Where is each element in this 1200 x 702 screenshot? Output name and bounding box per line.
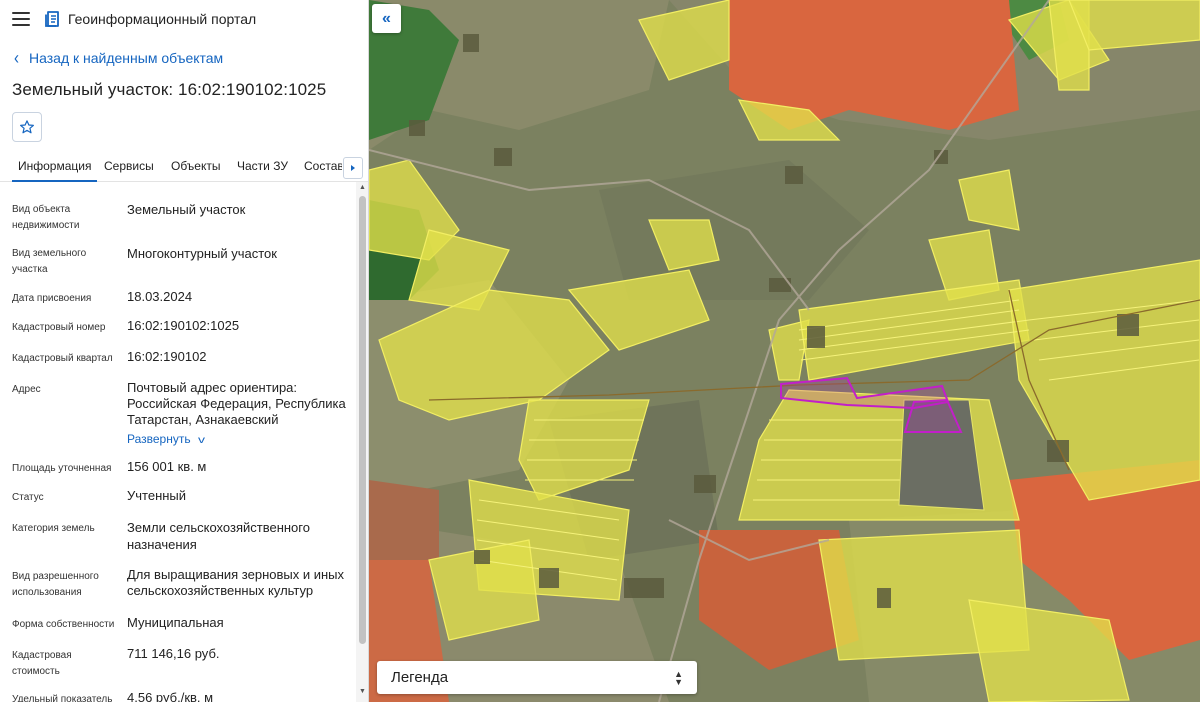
info-label: Вид земельного участка xyxy=(12,248,87,275)
info-value: 711 146,16 руб. xyxy=(127,646,220,661)
scroll-thumb[interactable] xyxy=(359,196,366,644)
info-value: 4,56 руб./кв. м xyxy=(127,690,214,702)
scroll-down-arrow-icon[interactable]: ▼ xyxy=(356,686,368,698)
tab-composition[interactable]: Состав xyxy=(304,150,342,182)
collapse-panel-button[interactable]: « xyxy=(372,4,401,33)
info-label: Площадь уточненная xyxy=(12,463,112,474)
info-value: Земли сельскохозяйственного назначения xyxy=(127,520,310,552)
side-panel: Геоинформационный портал ‹ Назад к найде… xyxy=(0,0,369,702)
page-title: Земельный участок: 16:02:190102:1025 xyxy=(12,80,327,99)
chevron-left-icon: ‹ xyxy=(14,47,19,69)
info-value: 156 001 кв. м xyxy=(127,459,207,474)
info-label: Кадастровая стоимость xyxy=(12,650,72,677)
legend-dropdown[interactable]: Легенда ▲ ▼ xyxy=(377,661,697,694)
unfold-icon: ▲ ▼ xyxy=(674,668,683,687)
portal-logo-icon xyxy=(45,11,59,27)
info-value: 18.03.2024 xyxy=(127,289,193,304)
info-label: Форма собственности xyxy=(12,619,115,630)
info-value: Для выращивания зерновых и иных сельскох… xyxy=(127,567,344,598)
triangle-right-icon xyxy=(351,165,355,171)
legend-label: Легенда xyxy=(391,669,449,686)
info-label: Дата присвоения xyxy=(12,293,92,304)
info-label: Кадастровый номер xyxy=(12,322,106,333)
tab-bar: Информация Сервисы Объекты Части ЗУ Сост… xyxy=(0,150,368,182)
info-value: 16:02:190102:1025 xyxy=(127,318,240,333)
info-label: Адрес xyxy=(12,384,41,395)
scroll-up-arrow-icon[interactable]: ▲ xyxy=(356,182,368,194)
info-value: Почтовый адрес ориентира: Российская Фед… xyxy=(127,380,346,427)
tab-parts[interactable]: Части ЗУ xyxy=(237,150,288,182)
info-label: Категория земель xyxy=(12,523,95,534)
map-view[interactable]: « Легенда ▲ ▼ xyxy=(369,0,1200,702)
double-chevron-left-icon: « xyxy=(382,9,391,27)
star-icon xyxy=(20,120,34,134)
top-bar: Геоинформационный портал xyxy=(0,0,368,38)
burger-menu-icon[interactable] xyxy=(12,12,30,26)
back-to-results-link[interactable]: ‹ Назад к найденным объектам xyxy=(0,44,368,72)
info-value: 16:02:190102 xyxy=(127,349,207,364)
app-title: Геоинформационный портал xyxy=(68,11,257,27)
expand-label: Развернуть xyxy=(127,432,191,446)
chevron-down-icon: v xyxy=(197,435,205,446)
tab-objects[interactable]: Объекты xyxy=(171,150,221,182)
info-value: Муниципальная xyxy=(127,615,224,630)
info-label: Удельный показатель xyxy=(12,694,113,702)
info-label: Кадастровый квартал xyxy=(12,353,113,364)
info-scrollbar[interactable]: ▲ ▼ xyxy=(356,182,368,702)
back-to-results-label: Назад к найденным объектам xyxy=(29,50,224,66)
favorite-button[interactable] xyxy=(12,112,42,142)
info-label: Статус xyxy=(12,492,44,503)
info-label: Вид разрешенного использования xyxy=(12,571,99,598)
info-label: Вид объекта недвижимости xyxy=(12,204,80,231)
expand-address-link[interactable]: Развернуть v xyxy=(127,432,205,446)
info-list: Вид объекта недвижимости Земельный участ… xyxy=(0,196,356,702)
map-canvas[interactable] xyxy=(369,0,1200,702)
tab-services[interactable]: Сервисы xyxy=(104,150,154,182)
info-value: Учтенный xyxy=(127,488,187,503)
info-value: Многоконтурный участок xyxy=(127,246,277,261)
tabs-next-button[interactable] xyxy=(343,157,363,179)
info-value: Земельный участок xyxy=(127,202,246,217)
tab-information[interactable]: Информация xyxy=(12,150,98,182)
